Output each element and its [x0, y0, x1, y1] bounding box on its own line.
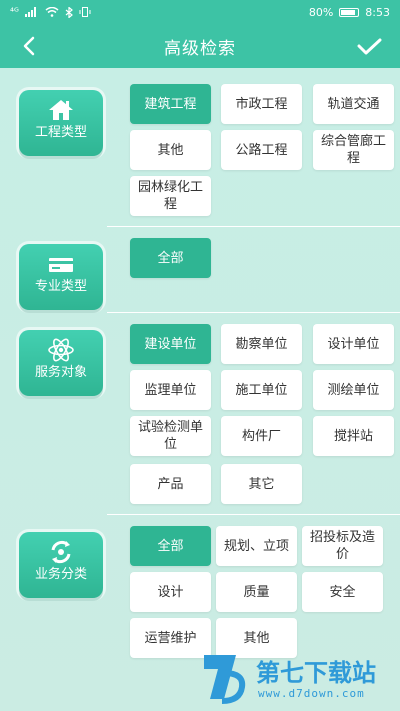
option-construction-unit[interactable]: 建设单位 [130, 324, 211, 364]
clock: 8:53 [365, 5, 390, 19]
option-design-unit[interactable]: 设计单位 [313, 324, 394, 364]
option-building-engineering[interactable]: 建筑工程 [130, 84, 211, 124]
watermark-brand: 第七下载站 [256, 659, 376, 687]
option-others[interactable]: 其它 [221, 464, 302, 504]
option-highway-engineering[interactable]: 公路工程 [221, 130, 302, 170]
option-municipal-engineering[interactable]: 市政工程 [221, 84, 302, 124]
wifi-icon [45, 7, 59, 17]
option-product[interactable]: 产品 [130, 464, 211, 504]
battery-icon [339, 7, 360, 17]
section-divider [107, 226, 400, 227]
option-component-factory[interactable]: 构件厂 [221, 416, 302, 456]
category-label: 工程类型 [34, 125, 87, 140]
d7-logo-icon [204, 655, 246, 704]
signal-indicator: ⁴ᴳ [10, 6, 19, 18]
option-mixing-station[interactable]: 搅拌站 [313, 416, 394, 456]
category-service-target: 服务对象 [19, 330, 103, 396]
category-business-type: 业务分类 [19, 532, 103, 598]
option-quality[interactable]: 质量 [216, 572, 297, 612]
house-icon [49, 100, 73, 120]
option-planning-approval[interactable]: 规划、立项 [216, 526, 297, 566]
status-bar: ⁴ᴳ 80% 8:53 [0, 0, 400, 24]
title-bar: 高级检索 [0, 24, 400, 68]
filter-content: 工程类型 建筑工程 市政工程 轨道交通 其他 公路工程 综合管廊工程 园林绿化工… [0, 68, 400, 711]
category-label: 业务分类 [34, 567, 87, 582]
option-utility-tunnel[interactable]: 综合管廊工程 [313, 130, 394, 170]
watermark-logo: 第七下载站 www.d7down.com [196, 649, 392, 705]
watermark-url: www.d7down.com [258, 687, 365, 700]
option-other[interactable]: 其他 [130, 130, 211, 170]
option-all-business[interactable]: 全部 [130, 526, 211, 566]
battery-percent: 80% [308, 5, 334, 19]
page-title: 高级检索 [164, 38, 236, 59]
option-all-specialty[interactable]: 全部 [130, 238, 211, 278]
signal-icon [24, 7, 36, 17]
option-design[interactable]: 设计 [130, 572, 211, 612]
option-survey-unit[interactable]: 勘察单位 [221, 324, 302, 364]
option-builder-unit[interactable]: 施工单位 [221, 370, 302, 410]
vibrate-icon [79, 7, 91, 17]
option-landscape-engineering[interactable]: 园林绿化工程 [130, 176, 211, 216]
status-right: 80% 8:53 [309, 6, 390, 19]
option-safety[interactable]: 安全 [302, 572, 383, 612]
option-mapping-unit[interactable]: 测绘单位 [313, 370, 394, 410]
category-label: 专业类型 [34, 279, 87, 294]
section-divider [107, 312, 400, 313]
atom-icon [48, 338, 74, 362]
category-label: 服务对象 [34, 365, 87, 380]
option-bidding-cost[interactable]: 招投标及造价 [302, 526, 383, 566]
confirm-check-icon[interactable] [354, 32, 384, 60]
bluetooth-icon [65, 6, 73, 18]
option-testing-unit[interactable]: 试验检测单位 [130, 416, 211, 456]
back-icon[interactable] [16, 32, 44, 60]
card-icon [49, 258, 73, 272]
option-rail-transit[interactable]: 轨道交通 [313, 84, 394, 124]
section-divider [107, 514, 400, 515]
status-left: ⁴ᴳ [10, 6, 91, 18]
category-specialty-type: 专业类型 [19, 244, 103, 310]
cycle-icon [51, 540, 71, 564]
option-supervision-unit[interactable]: 监理单位 [130, 370, 211, 410]
category-project-type: 工程类型 [19, 90, 103, 156]
